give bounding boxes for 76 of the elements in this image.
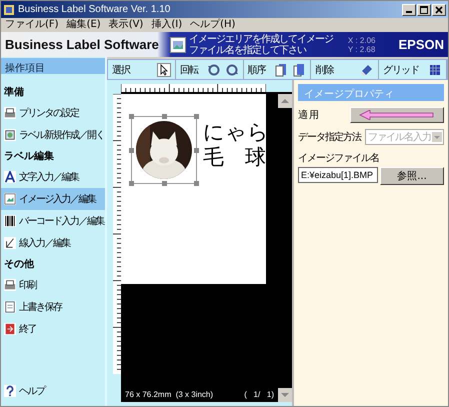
question-icon xyxy=(4,385,16,397)
sidebar-item[interactable]: イメージ入力／編集 xyxy=(1,188,105,210)
tool-label: グリッド xyxy=(383,64,420,76)
minimize-button[interactable] xyxy=(402,4,416,16)
text-icon xyxy=(4,171,16,183)
tool-label: 順序 xyxy=(248,64,266,76)
label-text: にゃら xyxy=(203,120,269,145)
resize-handle[interactable] xyxy=(194,181,199,186)
hint-message: イメージエリアを作成してイメージファイル名を指定して下さい xyxy=(188,34,334,56)
help-item[interactable]: ヘルプ xyxy=(1,380,105,402)
image-object[interactable] xyxy=(131,116,197,184)
label-icon xyxy=(4,129,16,141)
apply-label: 適 用 xyxy=(298,108,320,122)
arrow-icon xyxy=(359,110,435,120)
resize-handle[interactable] xyxy=(129,114,134,119)
close-button[interactable] xyxy=(432,4,446,16)
menu-item[interactable]: 表示(V) xyxy=(108,19,144,31)
rotate-left-icon[interactable] xyxy=(206,62,221,76)
tool-label: 削除 xyxy=(315,64,334,76)
pointer-icon[interactable] xyxy=(156,62,171,76)
brand-logo: EPSON xyxy=(398,37,444,52)
grid-icon[interactable] xyxy=(428,62,442,76)
document-icon xyxy=(4,301,16,313)
method-label: データ指定方法 xyxy=(298,130,361,144)
bring-front-icon[interactable] xyxy=(274,62,288,76)
sidebar-header: 操作項目 xyxy=(1,58,105,74)
browse-button[interactable]: 参照... xyxy=(380,167,444,185)
sidebar-item[interactable]: 線入力／編集 xyxy=(1,232,105,254)
section-title: その他 xyxy=(3,258,35,272)
sidebar-item[interactable]: 印刷 xyxy=(1,274,105,296)
maximize-button[interactable] xyxy=(417,4,431,16)
menu-item[interactable]: ファイル(F) xyxy=(5,19,59,31)
minimize-icon xyxy=(406,11,412,13)
file-name-label: イメージファイル名 xyxy=(298,152,380,165)
app-icon xyxy=(3,4,15,16)
y-coordinate: Y : 2.68 xyxy=(348,44,376,54)
menu-item[interactable]: 挿入(I) xyxy=(151,19,182,31)
resize-handle[interactable] xyxy=(129,181,134,186)
sidebar-item[interactable]: ラベル新規作成／開く xyxy=(1,124,105,146)
x-coordinate: X : 2.06 xyxy=(348,36,376,44)
resize-handle[interactable] xyxy=(162,114,167,119)
tool-label: 回転 xyxy=(180,64,198,76)
eraser-icon[interactable] xyxy=(360,62,374,76)
line-icon xyxy=(4,237,16,249)
resize-handle[interactable] xyxy=(129,148,134,153)
label-text: 毛 球 xyxy=(203,145,267,170)
window-title: Business Label Software Ver. 1.10 xyxy=(18,4,170,15)
label-size-text: 76 x 76.2mm (3 x 3inch) xyxy=(125,390,214,399)
section-title: 準備 xyxy=(3,86,25,100)
panel-header: イメージプロパティ xyxy=(298,84,444,101)
resize-handle[interactable] xyxy=(194,148,199,153)
menu-item[interactable]: 編集(E) xyxy=(66,19,101,31)
sidebar-item[interactable]: バーコード入力／編集 xyxy=(1,210,105,232)
page-counter: ( 1/ 1) xyxy=(244,390,274,399)
tool-label: 選択 xyxy=(112,64,130,76)
exit-icon xyxy=(4,323,16,335)
app-title: Business Label Software xyxy=(5,36,159,52)
maximize-icon xyxy=(420,6,428,14)
send-back-icon[interactable] xyxy=(292,62,306,76)
apply-button[interactable] xyxy=(350,107,444,123)
close-icon xyxy=(435,6,443,14)
sidebar-item[interactable]: 文字入力／編集 xyxy=(1,166,105,188)
printer-icon xyxy=(4,279,16,291)
rotate-right-icon[interactable] xyxy=(224,62,239,76)
printer-icon xyxy=(4,107,16,119)
barcode-icon xyxy=(4,215,16,227)
image-edit-icon xyxy=(170,36,186,52)
sidebar-item[interactable]: 上書き保存 xyxy=(1,296,105,318)
sidebar-item[interactable]: プリンタの設定 xyxy=(1,102,105,124)
resize-handle[interactable] xyxy=(162,181,167,186)
image-icon xyxy=(4,193,16,205)
sidebar-item[interactable]: 終了 xyxy=(1,318,105,340)
section-title: ラベル編集 xyxy=(3,150,55,164)
resize-handle[interactable] xyxy=(194,114,199,119)
file-name-field[interactable]: E:¥eizabu[1].BMP xyxy=(298,167,378,183)
menu-item[interactable]: ヘルプ(H) xyxy=(190,19,236,31)
